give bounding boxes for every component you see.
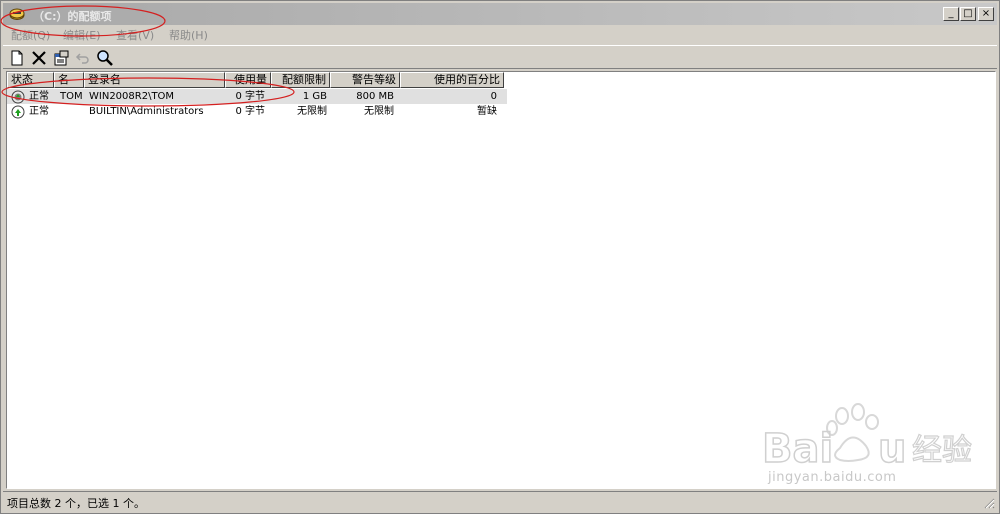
title-bar[interactable]: （C:）的配额项 _ □ × xyxy=(3,3,997,25)
cell-login: BUILTIN\Administrators xyxy=(89,106,204,117)
undo-icon[interactable] xyxy=(73,48,93,68)
column-header-percent[interactable]: 使用的百分比 xyxy=(400,72,504,88)
column-header-status[interactable]: 状态 xyxy=(7,72,54,88)
window-title: （C:）的配额项 xyxy=(33,10,112,23)
close-button[interactable]: × xyxy=(978,7,994,21)
quota-ok-icon xyxy=(11,90,25,104)
cell-name: TOM xyxy=(60,91,83,102)
svg-text:Bai: Bai xyxy=(762,426,833,472)
cell-percent: 暂缺 xyxy=(477,106,497,117)
cell-limit: 1 GB xyxy=(302,91,327,102)
cell-warning: 无限制 xyxy=(364,106,394,117)
table-row[interactable]: 正常 BUILTIN\Administrators 0 字节 无限制 无限制 暂… xyxy=(7,104,507,119)
quota-ok-icon xyxy=(11,105,25,119)
resize-grip-icon[interactable] xyxy=(983,497,995,509)
cell-status: 正常 xyxy=(29,106,49,117)
svg-text:经验: 经验 xyxy=(912,433,972,468)
cell-usage: 0 字节 xyxy=(235,106,265,117)
table-row[interactable]: 正常 TOM WIN2008R2\TOM 0 字节 1 GB 800 MB 0 xyxy=(7,89,507,104)
column-header-usage[interactable]: 使用量 xyxy=(225,72,271,88)
cell-percent: 0 xyxy=(490,91,497,102)
delete-icon[interactable] xyxy=(29,48,49,68)
new-quota-entry-icon[interactable] xyxy=(7,48,27,68)
menu-bar: 配额(Q) 编辑(E) 查看(V) 帮助(H) xyxy=(3,25,997,43)
status-bar: 项目总数 2 个，已选 1 个。 xyxy=(3,491,997,511)
properties-icon[interactable] xyxy=(51,48,71,68)
menu-quota[interactable]: 配额(Q) xyxy=(11,27,50,43)
menu-edit[interactable]: 编辑(E) xyxy=(63,27,101,43)
cell-login: WIN2008R2\TOM xyxy=(89,91,175,102)
column-header-limit[interactable]: 配额限制 xyxy=(271,72,330,88)
svg-text:u: u xyxy=(878,426,906,472)
column-header-name[interactable]: 名 xyxy=(54,72,84,88)
column-header-warning[interactable]: 警告等级 xyxy=(330,72,400,88)
cell-limit: 无限制 xyxy=(297,106,327,117)
toolbar xyxy=(3,45,997,69)
status-text: 项目总数 2 个，已选 1 个。 xyxy=(7,497,145,510)
minimize-button[interactable]: _ xyxy=(943,7,959,21)
drive-quota-icon xyxy=(9,8,25,20)
find-icon[interactable] xyxy=(95,48,115,68)
maximize-button[interactable]: □ xyxy=(960,7,976,21)
cell-warning: 800 MB xyxy=(356,91,394,102)
list-header: 状态 名 登录名 使用量 配额限制 警告等级 使用的百分比 xyxy=(7,72,507,88)
column-header-login[interactable]: 登录名 xyxy=(84,72,225,88)
menu-help[interactable]: 帮助(H) xyxy=(169,27,208,43)
cell-usage: 0 字节 xyxy=(235,91,265,102)
menu-view[interactable]: 查看(V) xyxy=(116,27,154,43)
cell-status: 正常 xyxy=(29,91,49,102)
watermark-url: jingyan.baidu.com xyxy=(768,470,897,485)
